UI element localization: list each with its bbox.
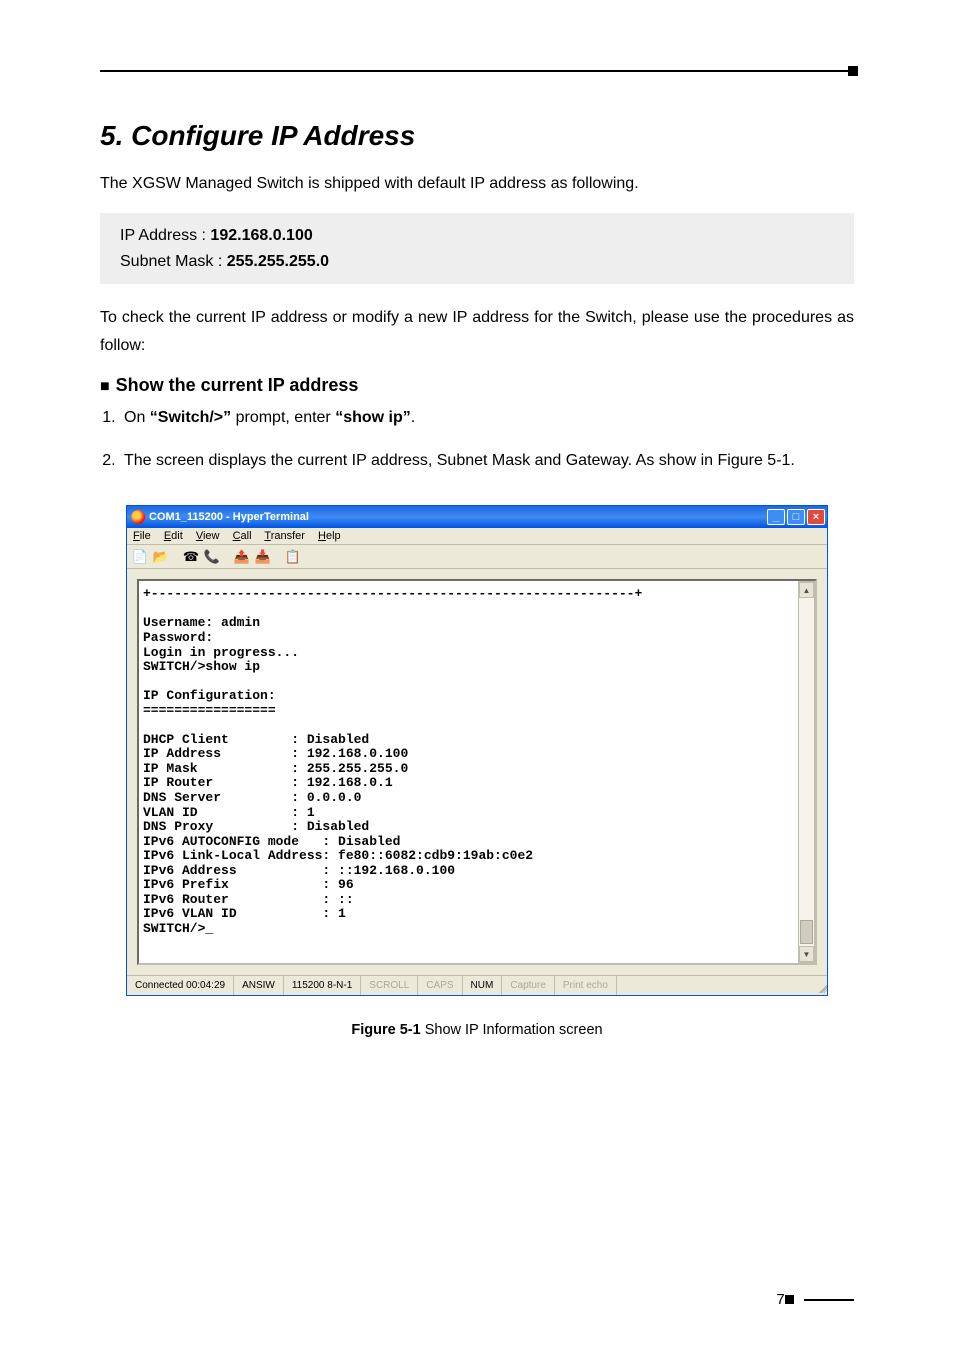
send-icon[interactable]: 📤 [233,548,251,566]
maximize-button[interactable]: □ [787,509,805,525]
status-caps: CAPS [418,976,462,995]
vertical-scrollbar[interactable]: ▲ ▼ [798,581,815,963]
figure-number: Figure 5-1 [351,1022,420,1038]
status-bar: Connected 00:04:29 ANSIW 115200 8-N-1 SC… [127,975,827,995]
window-titlebar[interactable]: COM1_115200 - HyperTerminal _ □ × [127,506,827,528]
menu-call[interactable]: Call [233,530,252,542]
separator [275,548,281,566]
separator [224,548,230,566]
terminal-wrapper: +---------------------------------------… [127,569,827,975]
figure-caption: Figure 5-1 Show IP Information screen [100,1022,854,1038]
menu-help[interactable]: Help [318,530,341,542]
menu-file[interactable]: File [133,530,151,542]
header-rule [100,70,854,72]
paragraph-2: To check the current IP address or modif… [100,304,854,358]
terminal-area[interactable]: +---------------------------------------… [137,579,817,965]
step1-d: “show ip” [335,409,411,426]
menu-view[interactable]: View [196,530,220,542]
page-number-value: 7 [776,1291,784,1308]
section-heading: 5. Configure IP Address [100,120,854,152]
app-icon [131,510,145,524]
step-2: The screen displays the current IP addre… [120,447,854,476]
hyperterminal-window: COM1_115200 - HyperTerminal _ □ × File E… [126,505,828,996]
toolbar: 📄 📂 ☎ 📞 📤 📥 📋 [127,545,827,569]
terminal-output: +---------------------------------------… [143,587,787,936]
step1-b: “Switch/>” [150,409,231,426]
menu-bar[interactable]: File Edit View Call Transfer Help [127,528,827,545]
status-emulation: ANSIW [234,976,284,995]
intro-paragraph: The XGSW Managed Switch is shipped with … [100,170,854,197]
call-icon[interactable]: ☎ [182,548,200,566]
separator [173,548,179,566]
minimize-button[interactable]: _ [767,509,785,525]
bullet-icon: ■ [100,378,110,395]
step-1: On “Switch/>” prompt, enter “show ip”. [120,404,854,433]
step1-a: On [124,409,150,426]
mask-label: Subnet Mask : [120,253,227,270]
figure-title: Show IP Information screen [421,1022,603,1038]
status-num: NUM [463,976,503,995]
p2-line1: To check the current IP address or modif… [100,309,689,326]
status-port: 115200 8-N-1 [284,976,361,995]
new-icon[interactable]: 📄 [131,548,149,566]
window-title: COM1_115200 - HyperTerminal [149,511,765,523]
open-icon[interactable]: 📂 [152,548,170,566]
receive-icon[interactable]: 📥 [254,548,272,566]
status-printecho: Print echo [555,976,617,995]
page-number: 7 [776,1291,854,1308]
scroll-thumb[interactable] [800,920,813,944]
status-connected: Connected 00:04:29 [127,976,234,995]
disconnect-icon[interactable]: 📞 [203,548,221,566]
ip-value: 192.168.0.100 [210,227,312,244]
close-button[interactable]: × [807,509,825,525]
page-content: 5. Configure IP Address The XGSW Managed… [0,0,954,1038]
status-capture: Capture [502,976,555,995]
subsection-heading: ■ Show the current IP address [100,375,854,396]
properties-icon[interactable]: 📋 [284,548,302,566]
page-mark-icon [785,1295,794,1304]
steps-list: On “Switch/>” prompt, enter “show ip”. T… [100,404,854,476]
default-ip-box: IP Address : 192.168.0.100 Subnet Mask :… [100,213,854,284]
menu-transfer[interactable]: Transfer [264,530,305,542]
step1-c: prompt, enter [231,409,335,426]
ip-label: IP Address : [120,227,210,244]
menu-edit[interactable]: Edit [164,530,183,542]
subsection-title: Show the current IP address [116,375,359,395]
step1-e: . [411,409,415,426]
resize-grip-icon[interactable] [813,979,827,993]
scroll-down-icon[interactable]: ▼ [799,946,814,962]
mask-value: 255.255.255.0 [227,253,329,270]
status-scroll: SCROLL [361,976,418,995]
scroll-up-icon[interactable]: ▲ [799,582,814,598]
